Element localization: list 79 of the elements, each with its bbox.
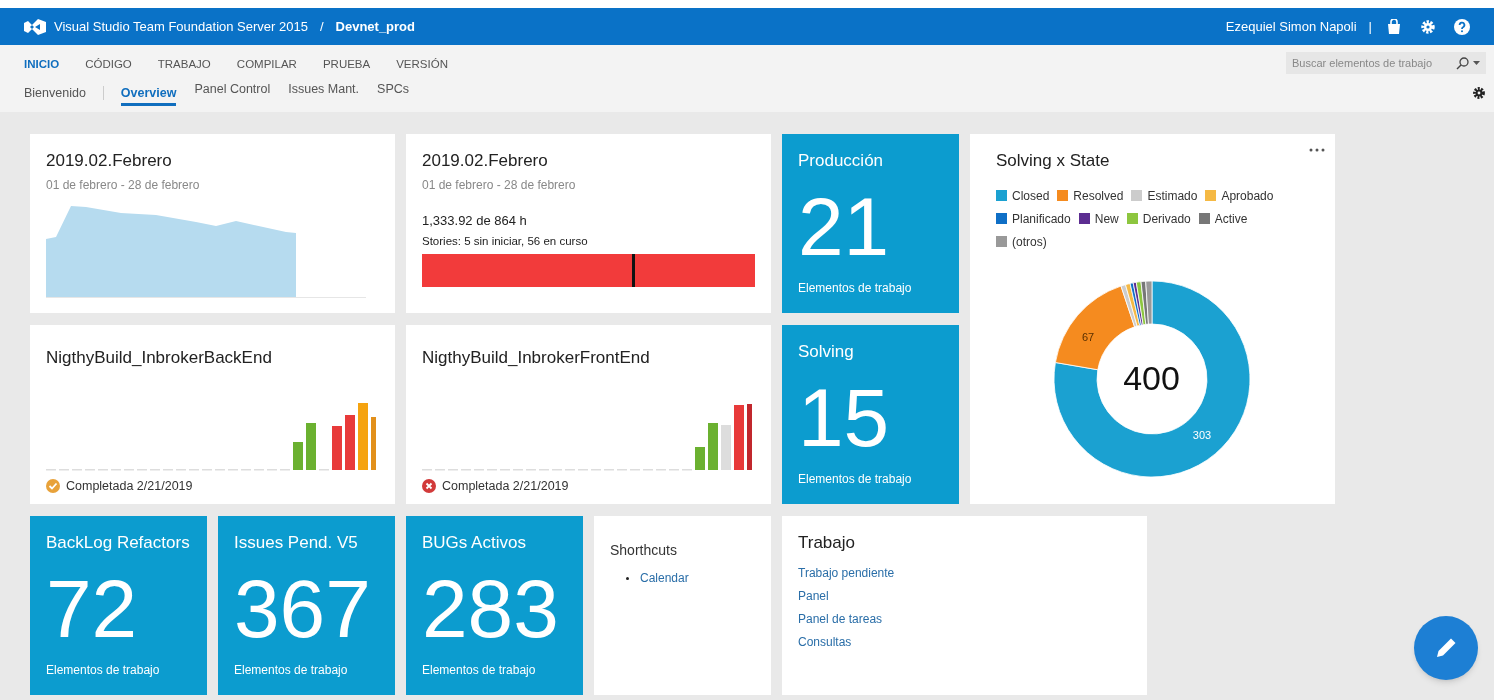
bullet-icon xyxy=(626,576,629,580)
tile-title: Issues Pend. V5 xyxy=(234,532,359,554)
hub-tab[interactable]: COMPILAR xyxy=(236,56,297,74)
project-link[interactable]: Devnet_prod xyxy=(335,16,415,37)
build-status: Completada 2/21/2019 xyxy=(66,477,193,495)
stories-summary: Stories: 5 sin iniciar, 56 en curso xyxy=(422,234,589,249)
tile-count: 367 xyxy=(234,567,372,650)
hub-tab[interactable]: TRABAJO xyxy=(157,56,211,74)
tile-count: 15 xyxy=(798,376,891,459)
count-tile[interactable]: BUGs Activos 283 Elementos de trabajo xyxy=(406,516,583,695)
more-icon[interactable] xyxy=(1309,148,1325,152)
breadcrumb-separator: / xyxy=(319,17,324,36)
legend-label: Resolved xyxy=(1073,187,1124,205)
search-input[interactable]: Buscar elementos de trabajo xyxy=(1292,54,1452,72)
count-tile[interactable]: Issues Pend. V5 367 Elementos de trabajo xyxy=(218,516,395,695)
card-title: Trabajo xyxy=(798,532,856,554)
tile-count: 283 xyxy=(422,567,560,650)
help-icon[interactable] xyxy=(1454,18,1470,35)
legend-label: Closed xyxy=(1012,187,1050,205)
slice-label: 303 xyxy=(1192,428,1211,441)
dashboard-tab[interactable]: SPCs xyxy=(377,79,410,107)
hub-tab[interactable]: PRUEBA xyxy=(322,56,371,74)
card-title: 2019.02.Febrero xyxy=(46,150,173,172)
legend-label: Estimado xyxy=(1147,187,1198,205)
legend-label: Aprobado xyxy=(1221,187,1274,205)
search-field[interactable]: Buscar elementos de trabajo xyxy=(1286,52,1486,74)
dashboard-tab[interactable]: Panel Control xyxy=(194,79,271,107)
hub-tab[interactable]: VERSIÓN xyxy=(396,56,448,74)
search-icon[interactable] xyxy=(1456,56,1469,70)
shopping-bag-icon[interactable] xyxy=(1386,18,1402,35)
count-tile[interactable]: Solving 15 Elementos de trabajo xyxy=(782,325,959,504)
tile-title: BUGs Activos xyxy=(422,532,527,554)
shortcut-link[interactable]: Calendar xyxy=(640,569,689,587)
date-range: 01 de febrero - 28 de febrero xyxy=(422,176,577,194)
tile-title: Solving xyxy=(798,341,855,363)
count-tile[interactable]: BackLog Refactors 72 Elementos de trabajo xyxy=(30,516,207,695)
header-divider: | xyxy=(1368,17,1372,36)
tile-caption: Elementos de trabajo xyxy=(234,662,349,679)
tile-caption: Elementos de trabajo xyxy=(46,662,161,679)
tile-count: 21 xyxy=(798,185,891,268)
work-link[interactable]: Panel xyxy=(798,586,829,605)
total-count: 400 xyxy=(1123,358,1180,399)
card-title: NigthyBuild_InbrokerFrontEnd xyxy=(422,347,651,369)
work-link[interactable]: Consultas xyxy=(798,632,852,651)
check-icon xyxy=(46,478,60,493)
date-range: 01 de febrero - 28 de febrero xyxy=(46,176,201,194)
caret-icon[interactable] xyxy=(1473,61,1480,65)
legend-label: New xyxy=(1094,210,1119,228)
work-link[interactable]: Trabajo pendiente xyxy=(798,563,895,582)
hub-tab[interactable]: CÓDIGO xyxy=(85,56,132,74)
dashboard-tab[interactable]: Issues Mant. xyxy=(288,79,360,107)
hub-tab[interactable]: INICIO xyxy=(24,56,60,74)
tile-caption: Elementos de trabajo xyxy=(798,471,913,488)
tile-title: Producción xyxy=(798,150,885,172)
legend-label: Active xyxy=(1214,210,1248,228)
product-name: Visual Studio Team Foundation Server 2015 xyxy=(54,17,308,36)
tile-caption: Elementos de trabajo xyxy=(422,662,537,679)
settings-icon[interactable] xyxy=(1472,86,1486,100)
logo-icon[interactable] xyxy=(24,18,46,35)
dashboard-tab[interactable]: Overview xyxy=(120,83,177,107)
error-icon xyxy=(422,478,436,493)
build-status: Completada 2/21/2019 xyxy=(442,477,569,495)
tile-caption: Elementos de trabajo xyxy=(798,280,913,297)
work-link[interactable]: Panel de tareas xyxy=(798,609,883,628)
tile-title: BackLog Refactors xyxy=(46,532,191,554)
count-tile[interactable]: Producción 21 Elementos de trabajo xyxy=(782,134,959,313)
edit-button[interactable] xyxy=(1414,616,1478,680)
card-title: 2019.02.Febrero xyxy=(422,150,549,172)
user-name[interactable]: Ezequiel Simon Napoli xyxy=(1225,16,1357,37)
card-title: Shorthcuts xyxy=(610,541,678,560)
card-title: NigthyBuild_InbrokerBackEnd xyxy=(46,347,273,369)
home-tab[interactable]: Bienvenido xyxy=(24,83,86,103)
legend-label: Planificado xyxy=(1012,210,1071,228)
slice-label: 67 xyxy=(1081,330,1094,343)
card-title: Solving x State xyxy=(996,150,1110,172)
tile-count: 72 xyxy=(46,567,139,650)
hours-summary: 1,333.92 de 864 h xyxy=(422,211,528,230)
legend-label: (otros) xyxy=(1012,233,1047,251)
legend-label: Derivado xyxy=(1142,210,1191,228)
